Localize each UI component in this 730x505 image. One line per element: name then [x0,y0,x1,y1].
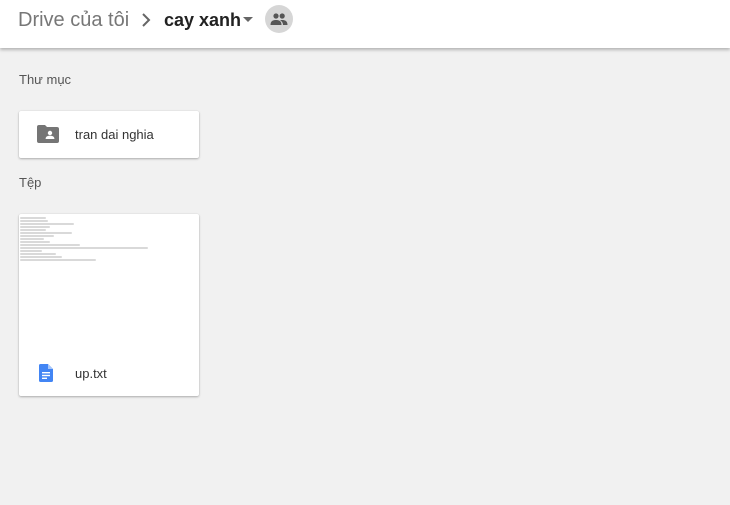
chevron-right-icon [142,13,151,27]
file-preview-thumbnail [19,214,199,346]
shared-folder-icon [37,125,59,143]
text-document-icon [39,364,53,382]
folder-card[interactable]: tran dai nghia [19,111,199,158]
breadcrumb-current-folder[interactable]: cay xanh [164,8,241,32]
files-section-label: Tệp [19,175,42,190]
top-bar: Drive của tôi cay xanh [0,0,730,48]
shared-people-button[interactable] [265,5,293,33]
folder-name: tran dai nghia [75,127,154,142]
folders-section-label: Thư mục [19,72,72,87]
people-icon [270,13,288,25]
caret-down-icon[interactable] [242,16,254,24]
breadcrumb-root[interactable]: Drive của tôi [18,8,129,32]
file-name: up.txt [75,366,107,381]
file-card[interactable]: up.txt [19,214,199,396]
